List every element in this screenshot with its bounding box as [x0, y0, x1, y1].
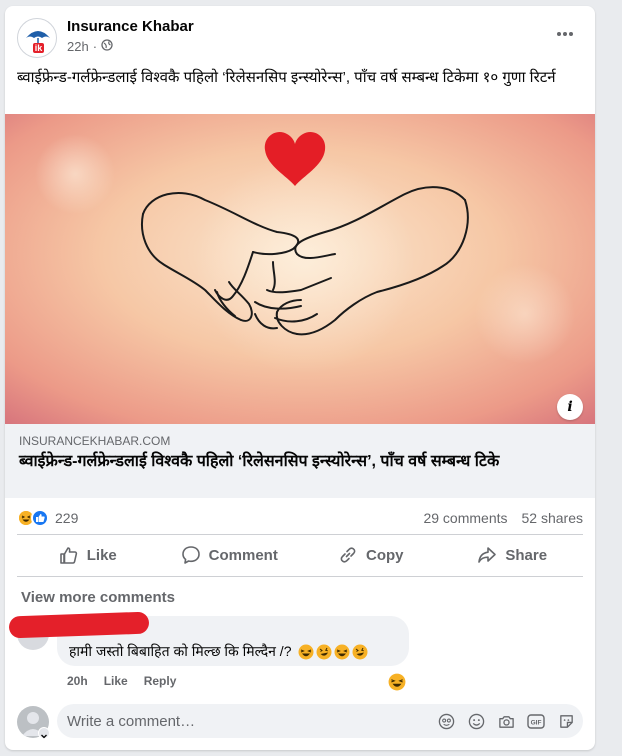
composer-tools: GIF [437, 712, 575, 730]
reaction-icons[interactable]: 229 [17, 509, 78, 527]
link-preview[interactable]: INSURANCEKHABAR.COM ब्वाईफ्रेन्ड-गर्लफ्र… [5, 424, 595, 498]
like-label: Like [86, 546, 117, 564]
shares-count[interactable]: 52 shares [522, 510, 583, 526]
post-header: ik Insurance Khabar 22h · [5, 6, 595, 62]
comment-like-button[interactable]: Like [104, 674, 128, 688]
comment-label: Comment [208, 546, 278, 564]
sticker-icon[interactable] [557, 712, 575, 730]
globe-icon[interactable] [101, 39, 113, 54]
comment-meta: 20h Like Reply [67, 674, 176, 688]
svg-text:GIF: GIF [531, 719, 542, 726]
link-domain: INSURANCEKHABAR.COM [19, 434, 171, 448]
view-more-comments[interactable]: View more comments [21, 589, 175, 606]
post-meta: 22h · [67, 39, 113, 54]
gif-icon[interactable]: GIF [527, 712, 545, 730]
share-icon [478, 547, 497, 563]
post-image[interactable]: i [5, 114, 595, 424]
page-name[interactable]: Insurance Khabar [67, 18, 194, 35]
reaction-count[interactable]: 229 [55, 510, 78, 526]
comment-composer: GIF [57, 704, 583, 738]
info-button[interactable]: i [557, 394, 583, 420]
more-options-icon[interactable] [553, 24, 577, 44]
action-bar: Like Comment Copy Share [17, 536, 583, 574]
comment-input[interactable] [67, 704, 427, 738]
rofl-emoji-icon [352, 644, 368, 660]
share-label: Share [505, 546, 548, 564]
link-icon [340, 547, 356, 563]
copy-label: Copy [366, 546, 404, 564]
laughing-emoji-icon [334, 644, 350, 660]
thumbs-up-icon [59, 547, 77, 564]
stats-right: 29 comments 52 shares [423, 510, 583, 526]
link-title[interactable]: ब्वाईफ्रेन्ड-गर्लफ्रेन्डलाई विश्वकै पहिल… [19, 452, 581, 471]
page-avatar[interactable]: ik [17, 18, 57, 58]
avatar-sticker-icon[interactable] [437, 712, 455, 730]
logo-text: ik [35, 43, 44, 53]
comment-text-row: हामी जस्तो बिबाहित को मिल्छ कि मिल्दैन /… [69, 642, 368, 661]
camera-icon[interactable] [497, 712, 515, 730]
comment-text: हामी जस्तो बिबाहित को मिल्छ कि मिल्दैन /… [69, 643, 292, 659]
dot-separator: · [92, 39, 98, 54]
rofl-emoji-icon [316, 644, 332, 660]
laughing-emoji-icon [298, 644, 314, 660]
comment-icon [181, 546, 200, 564]
divider-bottom [17, 576, 583, 577]
post-text: ब्वाईफ्रेन्ड-गर्लफ्रेन्डलाई विश्वकै पहिल… [17, 69, 556, 86]
share-button[interactable]: Share [442, 536, 584, 574]
comment-reply-button[interactable]: Reply [144, 674, 177, 688]
post-card: ik Insurance Khabar 22h · ब्वाईफ्रेन्ड-ग… [5, 6, 595, 750]
like-reaction-icon [31, 509, 49, 527]
copy-button[interactable]: Copy [300, 536, 442, 574]
comments-count[interactable]: 29 comments [423, 510, 507, 526]
post-time[interactable]: 22h [67, 39, 89, 54]
comment-button[interactable]: Comment [159, 536, 301, 574]
divider-top [17, 534, 583, 535]
profile-switch-chevron-icon[interactable] [38, 727, 50, 739]
comment-time[interactable]: 20h [67, 674, 88, 688]
comment-reaction-haha-icon[interactable] [388, 673, 406, 696]
like-button[interactable]: Like [17, 536, 159, 574]
post-stats: 229 29 comments 52 shares [17, 506, 583, 530]
emoji-icon[interactable] [467, 712, 485, 730]
